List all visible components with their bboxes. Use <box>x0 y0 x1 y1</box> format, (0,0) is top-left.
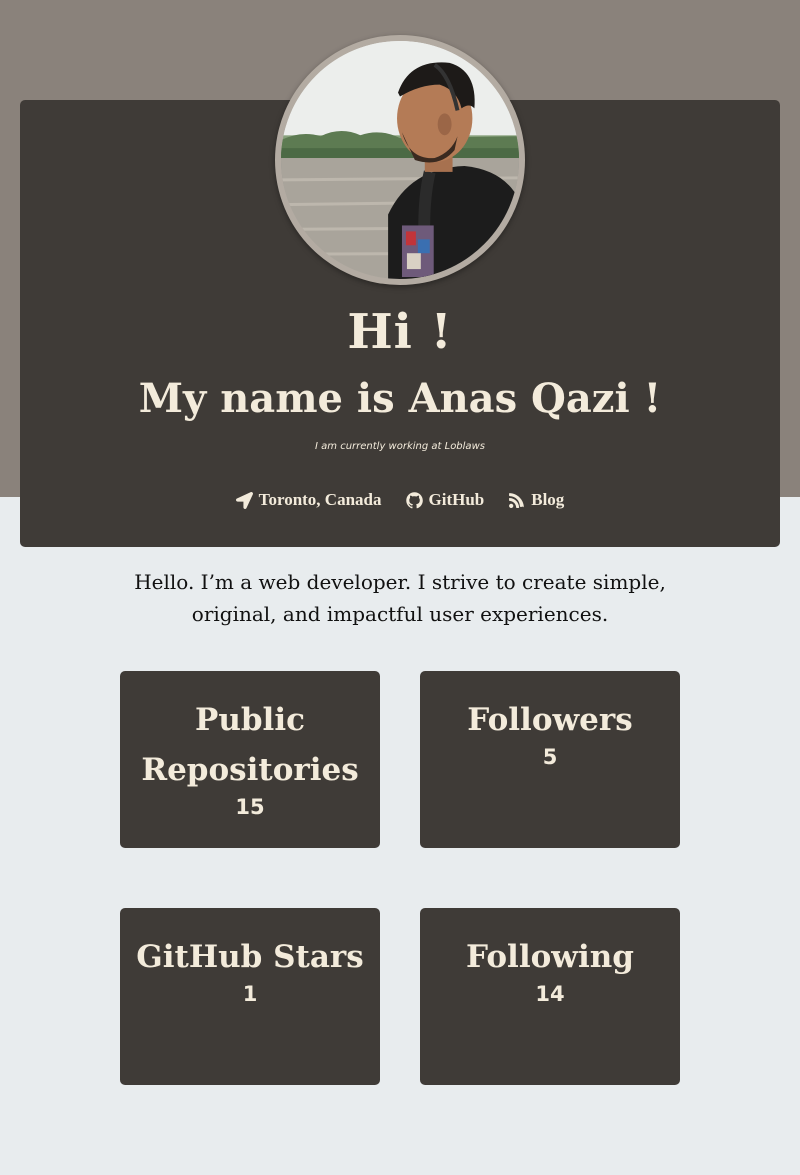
avatar <box>275 35 525 285</box>
stat-value: 15 <box>235 795 265 819</box>
github-label: GitHub <box>428 490 485 509</box>
stat-title: Public Repositories <box>141 702 359 788</box>
blog-label: Blog <box>531 490 565 509</box>
rss-icon <box>509 492 525 508</box>
profile-links: Toronto, Canada GitHub Blog <box>0 490 800 510</box>
location-arrow-icon <box>235 491 253 509</box>
stat-card-public-repositories: Public Repositories 15 <box>120 671 380 848</box>
stat-title: GitHub Stars <box>136 939 364 975</box>
stat-title: Followers <box>467 702 633 738</box>
greeting-heading: Hi ! <box>347 304 453 360</box>
github-icon <box>405 491 423 508</box>
stat-value: 1 <box>242 982 258 1006</box>
stat-title: Following <box>466 939 634 975</box>
location-label: Toronto, Canada <box>258 490 382 509</box>
location-link[interactable]: Toronto, Canada <box>235 490 382 510</box>
profile-photo <box>281 41 519 279</box>
stat-card-github-stars: GitHub Stars 1 <box>120 908 380 1085</box>
stat-value: 5 <box>542 745 558 769</box>
stat-value: 14 <box>535 982 565 1006</box>
blog-link[interactable]: Blog <box>508 490 564 510</box>
github-link[interactable]: GitHub <box>405 490 485 510</box>
name-heading: My name is Anas Qazi ! <box>138 375 662 422</box>
current-job-text: I am currently working at Loblaws <box>315 441 485 452</box>
stat-card-following: Following 14 <box>420 908 680 1085</box>
stat-card-followers: Followers 5 <box>420 671 680 848</box>
intro-text: Hello. I’m a web developer. I strive to … <box>134 570 666 626</box>
